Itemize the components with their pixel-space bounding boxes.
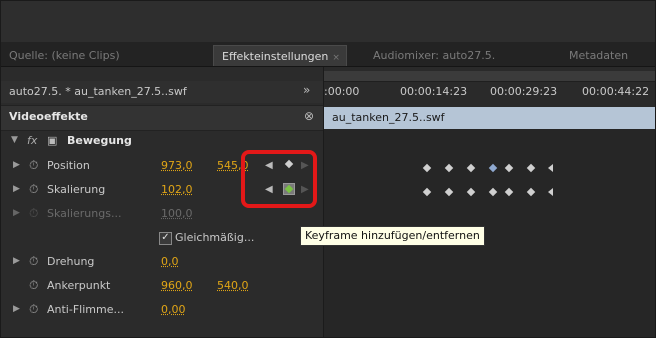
keyframe[interactable] [504, 187, 514, 197]
stopwatch-icon: ⏱ [29, 206, 39, 220]
keyframe-timeline[interactable]: :00:00 00:00:14:23 00:00:29:23 00:00:44:… [323, 67, 655, 337]
keyframe[interactable] [466, 187, 476, 197]
property-label: Drehung [47, 255, 95, 268]
collapse-triangle-icon[interactable]: ▼ [11, 135, 18, 145]
video-effects-header: Videoeffekte ⊗ [1, 105, 323, 131]
keyframe[interactable] [422, 187, 432, 197]
expand-triangle-icon[interactable]: ▶ [13, 160, 20, 170]
tab-source-label: Quelle: (keine Clips) [9, 49, 120, 62]
uniform-scale-checkbox[interactable]: ✓ [159, 232, 172, 245]
fx-icon[interactable]: fx [27, 134, 37, 147]
keyframe[interactable] [488, 187, 498, 197]
property-label: Ankerpunkt [47, 279, 111, 292]
property-label: Anti-Flimme... [47, 303, 124, 316]
clip-name: au_tanken_27.5..swf [332, 111, 445, 124]
tab-metadata[interactable]: Metadaten [561, 45, 655, 66]
keyframe[interactable] [504, 163, 514, 173]
stopwatch-icon[interactable]: ⏱ [29, 182, 38, 197]
tab-metadata-label: Metadaten [569, 49, 629, 62]
property-label: Position [47, 159, 90, 172]
keyframe-end[interactable] [548, 164, 553, 172]
property-row-anchor: ⏱ Ankerpunkt 960,0 540,0 [1, 274, 323, 298]
panel-tab-bar: Quelle: (keine Clips) Effekteinstellunge… [1, 42, 655, 102]
keyframe[interactable] [526, 163, 536, 173]
tab-audio-mixer[interactable]: Audiomixer: auto27.5. [365, 45, 555, 66]
tab-effect-controls-label: Effekteinstellungen [222, 50, 329, 63]
property-label: Skalierung [47, 183, 106, 196]
property-row-rotation: ▶ ⏱ Drehung 0,0 [1, 250, 323, 274]
motion-icon: ▣ [47, 134, 58, 147]
keyframe-end[interactable] [548, 188, 553, 196]
stopwatch-icon[interactable]: ⏱ [29, 278, 38, 293]
keyframe[interactable] [444, 187, 454, 197]
expand-triangle-icon[interactable]: ▶ [13, 184, 20, 194]
keyframe-selected[interactable] [488, 163, 498, 173]
zoom-bar[interactable] [324, 71, 655, 82]
time-ruler[interactable]: :00:00 00:00:14:23 00:00:29:23 00:00:44:… [324, 67, 655, 107]
expand-triangle-icon[interactable]: ▶ [13, 256, 20, 266]
clip-title: auto27.5. * au_tanken_27.5..swf [9, 85, 187, 98]
expand-triangle-icon[interactable]: ▶ [13, 208, 20, 218]
ruler-tick: 00:00:14:23 [400, 85, 468, 98]
property-row-uniform-scale: ✓ Gleichmäßig... [1, 226, 323, 250]
keyframe[interactable] [422, 163, 432, 173]
ruler-tick: 00:00:29:23 [490, 85, 558, 98]
effect-controls-window: Quelle: (keine Clips) Effekteinstellunge… [0, 0, 656, 338]
tab-source[interactable]: Quelle: (keine Clips) [1, 45, 201, 66]
anchor-x-value[interactable]: 960,0 [161, 279, 193, 292]
stopwatch-icon[interactable]: ⏱ [29, 302, 38, 317]
property-row-anti-flicker: ▶ ⏱ Anti-Flimme... 0,00 [1, 298, 323, 322]
reset-icon[interactable]: ⊗ [304, 109, 314, 123]
annotation-highlight-box [241, 150, 317, 208]
tab-effect-controls[interactable]: Effekteinstellungen × [213, 45, 347, 66]
scale-width-value: 100,0 [161, 207, 193, 220]
stopwatch-icon[interactable]: ⏱ [29, 158, 38, 173]
scale-value[interactable]: 102,0 [161, 183, 193, 196]
keyframe[interactable] [466, 163, 476, 173]
ruler-tick: 00:00:44:22 [582, 85, 650, 98]
keyframe[interactable] [444, 163, 454, 173]
double-chevron-right-icon[interactable]: » [303, 83, 310, 97]
clip-header: auto27.5. * au_tanken_27.5..swf » [1, 81, 323, 103]
anchor-y-value[interactable]: 540,0 [217, 279, 249, 292]
anti-flicker-value[interactable]: 0,00 [161, 303, 186, 316]
tab-audio-mixer-label: Audiomixer: auto27.5. [373, 49, 496, 62]
motion-label: Bewegung [67, 134, 132, 147]
ruler-tick: :00:00 [324, 85, 360, 98]
keyframe[interactable] [526, 187, 536, 197]
top-bar [1, 1, 655, 42]
rotation-value[interactable]: 0,0 [161, 255, 179, 268]
tooltip: Keyframe hinzufügen/entfernen [300, 226, 485, 246]
expand-triangle-icon[interactable]: ▶ [13, 304, 20, 314]
tab-close-icon[interactable]: × [332, 53, 340, 63]
property-label: Gleichmäßig... [175, 231, 255, 244]
stopwatch-icon[interactable]: ⏱ [29, 254, 38, 269]
position-x-value[interactable]: 973,0 [161, 159, 193, 172]
property-label: Skalierungs... [47, 207, 122, 220]
video-effects-label: Videoeffekte [9, 110, 88, 123]
